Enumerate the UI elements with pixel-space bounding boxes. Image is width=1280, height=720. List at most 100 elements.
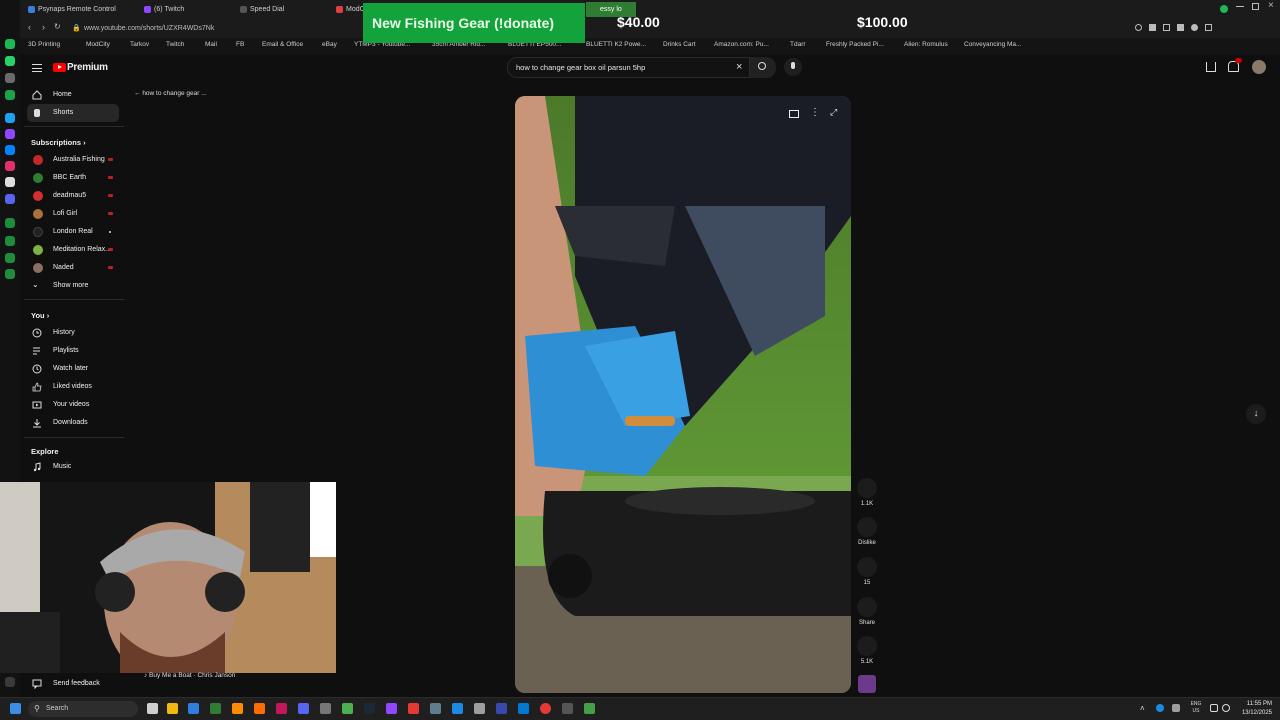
bookmark-item[interactable]: Drinks Cart (663, 41, 696, 48)
sidebar-item-subscription[interactable]: deadmau5 (27, 187, 119, 205)
chevron-up-icon[interactable]: ˄ (1140, 704, 1145, 713)
send-feedback-button[interactable]: Send feedback (27, 675, 119, 693)
sidebar-item-downloads[interactable]: Downloads (27, 414, 119, 432)
avatar[interactable] (1252, 60, 1266, 74)
sidebar-item-subscription[interactable]: London Real (27, 223, 119, 241)
tray-icon[interactable] (1156, 704, 1164, 712)
more-icon[interactable] (5, 677, 15, 687)
app-icon[interactable] (430, 703, 441, 714)
sidebar-item-subscription[interactable]: BBC Earth (27, 169, 119, 187)
bookmark-item[interactable]: Tarkov (130, 41, 149, 48)
player-toolbar-icon[interactable] (1177, 24, 1184, 31)
clear-search-icon[interactable]: × (736, 58, 742, 77)
sidebar-item-subscription[interactable]: Meditation Relax... (27, 241, 119, 259)
reload-icon[interactable]: ↻ (54, 22, 61, 31)
app-icon[interactable] (474, 703, 485, 714)
more-vert-icon[interactable]: ⋮ (810, 107, 820, 118)
tab-speed-dial[interactable]: Speed Dial (236, 2, 331, 17)
app-icon[interactable] (584, 703, 595, 714)
tab-twitch[interactable]: (6) Twitch (140, 2, 235, 17)
vpn-icon[interactable] (1220, 5, 1228, 13)
opera-icon[interactable] (276, 703, 287, 714)
you-heading[interactable]: You › (31, 311, 49, 320)
sidebar-item-subscription[interactable]: Lofi Girl (27, 205, 119, 223)
menu-icon[interactable] (32, 64, 42, 72)
zoom-icon[interactable] (1135, 24, 1142, 31)
messenger-chat-icon[interactable] (5, 145, 15, 155)
voice-search-button[interactable] (784, 58, 802, 76)
task-view-icon[interactable] (147, 703, 158, 714)
youtube-logo[interactable]: Premium (67, 62, 108, 73)
sidebar-item-playlists[interactable]: Playlists (27, 342, 119, 360)
back-to-search[interactable]: ← how to change gear ... (134, 90, 207, 97)
bookmark-item[interactable]: Email & Office (262, 41, 303, 48)
bookmark-item[interactable]: Conveyancing Ma... (964, 41, 1021, 48)
discord-icon[interactable] (5, 194, 15, 204)
settings-icon[interactable] (5, 269, 15, 279)
tray-icon[interactable] (1172, 704, 1180, 712)
bookmark-item[interactable]: Freshly Packed Pi... (826, 41, 884, 48)
search-button[interactable] (750, 57, 776, 78)
bookmark-item[interactable]: 3D Printing (28, 41, 60, 48)
app-icon[interactable] (496, 703, 507, 714)
sidebar-item-watch-later[interactable]: Watch later (27, 360, 119, 378)
easy-setup-icon[interactable] (1191, 24, 1198, 31)
upload-icon[interactable] (1206, 62, 1216, 72)
messenger-icon[interactable] (5, 73, 15, 83)
bookmark-item[interactable]: Alien: Romulus (904, 41, 948, 48)
bookmark-item[interactable]: Tdarr (790, 41, 806, 48)
steam-icon[interactable] (364, 703, 375, 714)
spotify-icon[interactable] (5, 39, 15, 49)
now-playing-audio[interactable]: ♪ Buy Me a Boat · Chris Janson (144, 672, 235, 679)
ai-icon[interactable] (5, 113, 15, 123)
subscriptions-heading[interactable]: Subscriptions › (31, 138, 86, 147)
bookmark-item[interactable]: eBay (322, 41, 337, 48)
whatsapp-icon[interactable] (5, 56, 15, 66)
clock[interactable]: 11:55 PM 13/12/2025 (1236, 700, 1272, 718)
app-icon[interactable] (562, 703, 573, 714)
app-icon[interactable] (342, 703, 353, 714)
snapshot-icon[interactable] (1163, 24, 1170, 31)
show-more-button[interactable]: ⌄ Show more (27, 277, 119, 295)
obs-icon[interactable] (320, 703, 331, 714)
wallet-icon[interactable] (5, 90, 15, 100)
remix-button[interactable]: 5.1K (857, 636, 877, 665)
sidebar-item-subscription[interactable]: Australia Fishing (27, 151, 119, 169)
language-indicator[interactable]: ENG US (1188, 701, 1204, 715)
sidebar-item-shorts[interactable]: Shorts (27, 104, 119, 122)
instagram-icon[interactable] (5, 161, 15, 171)
url-field[interactable]: 🔒 www.youtube.com/shorts/UZXR4WDs7Nk (70, 22, 400, 35)
app-icon[interactable] (408, 703, 419, 714)
edge-icon[interactable] (188, 703, 199, 714)
twitch-icon[interactable] (5, 129, 15, 139)
taskbar-search[interactable]: ⚲ Search (28, 701, 138, 717)
comments-button[interactable]: 15 (857, 557, 877, 586)
twitch-taskbar-icon[interactable] (386, 703, 397, 714)
vlc-icon[interactable] (232, 703, 243, 714)
bookmark-item[interactable]: BLUETTI K2 Powe... (586, 41, 646, 48)
like-button[interactable]: 1.1K (857, 478, 877, 507)
bookmark-icon[interactable] (1149, 24, 1156, 31)
shorts-video-player[interactable]: ⋮ ⤢ (515, 96, 851, 693)
wifi-icon[interactable] (1210, 704, 1218, 712)
discord-taskbar-icon[interactable] (298, 703, 309, 714)
forward-icon[interactable]: › (42, 22, 45, 32)
bookmark-item[interactable]: Amazon.com: Pu... (714, 41, 769, 48)
dislike-button[interactable]: Dislike (857, 517, 877, 546)
share-button[interactable]: Share (857, 597, 877, 626)
history-rail-icon[interactable] (5, 236, 15, 246)
x-icon[interactable] (5, 177, 15, 187)
volume-icon[interactable] (1222, 704, 1230, 712)
app-icon[interactable] (540, 703, 551, 714)
sidebar-item-music[interactable]: Music (27, 458, 119, 476)
windows-start-icon[interactable] (10, 703, 21, 714)
youtube-logo-icon[interactable] (53, 63, 66, 72)
captions-icon[interactable] (789, 110, 799, 118)
file-explorer-icon[interactable] (167, 703, 178, 714)
bookmark-item[interactable]: ModCity (86, 41, 110, 48)
tab-psynaps[interactable]: Psynaps Remote Control (24, 2, 144, 17)
back-icon[interactable]: ‹ (28, 22, 31, 32)
next-video-button[interactable]: ↓ (1246, 404, 1266, 424)
firefox-icon[interactable] (254, 703, 265, 714)
sidebar-item-history[interactable]: History (27, 324, 119, 342)
